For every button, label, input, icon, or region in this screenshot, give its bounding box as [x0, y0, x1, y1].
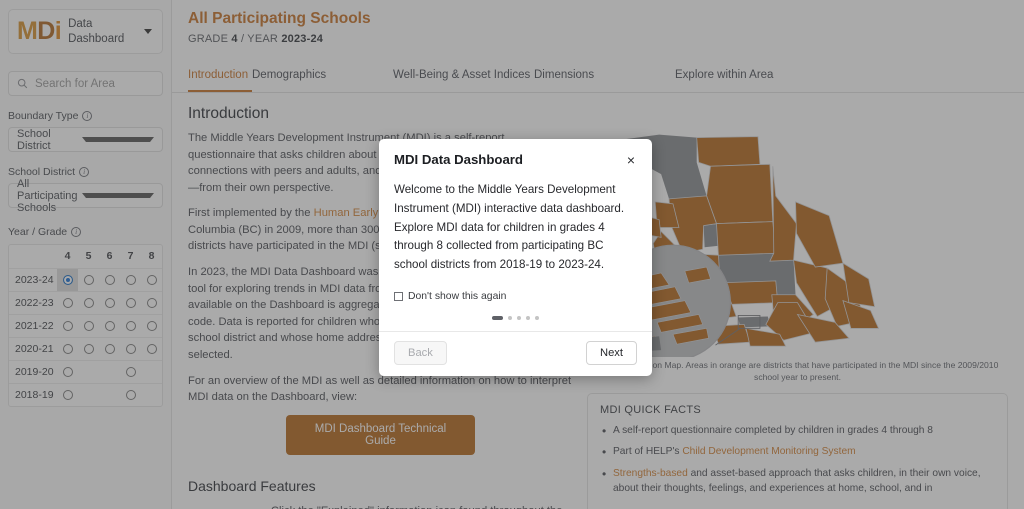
modal-title: MDI Data Dashboard	[394, 152, 523, 167]
pagination-dot[interactable]	[526, 315, 530, 320]
modal-text: Welcome to the Middle Years Development …	[394, 183, 625, 272]
pagination-dot[interactable]	[517, 315, 521, 320]
welcome-modal: MDI Data Dashboard × Welcome to the Midd…	[379, 139, 652, 376]
close-icon[interactable]: ×	[625, 152, 637, 168]
dont-show-again-row[interactable]: Don't show this again	[394, 291, 637, 302]
pagination-dot[interactable]	[492, 315, 503, 320]
next-button[interactable]: Next	[585, 340, 637, 365]
modal-pagination-dots	[394, 315, 637, 322]
modal-body: MDI Data Dashboard × Welcome to the Midd…	[379, 139, 652, 331]
dont-show-label: Don't show this again	[408, 290, 507, 302]
back-button[interactable]: Back	[394, 340, 447, 365]
modal-footer: Back Next	[379, 330, 652, 376]
app-root: MDi Data Dashboard Search for Area Bound…	[0, 0, 1024, 509]
dont-show-checkbox[interactable]	[394, 291, 403, 301]
pagination-dot[interactable]	[535, 315, 539, 320]
modal-header: MDI Data Dashboard ×	[394, 152, 637, 168]
pagination-dot[interactable]	[508, 315, 512, 320]
